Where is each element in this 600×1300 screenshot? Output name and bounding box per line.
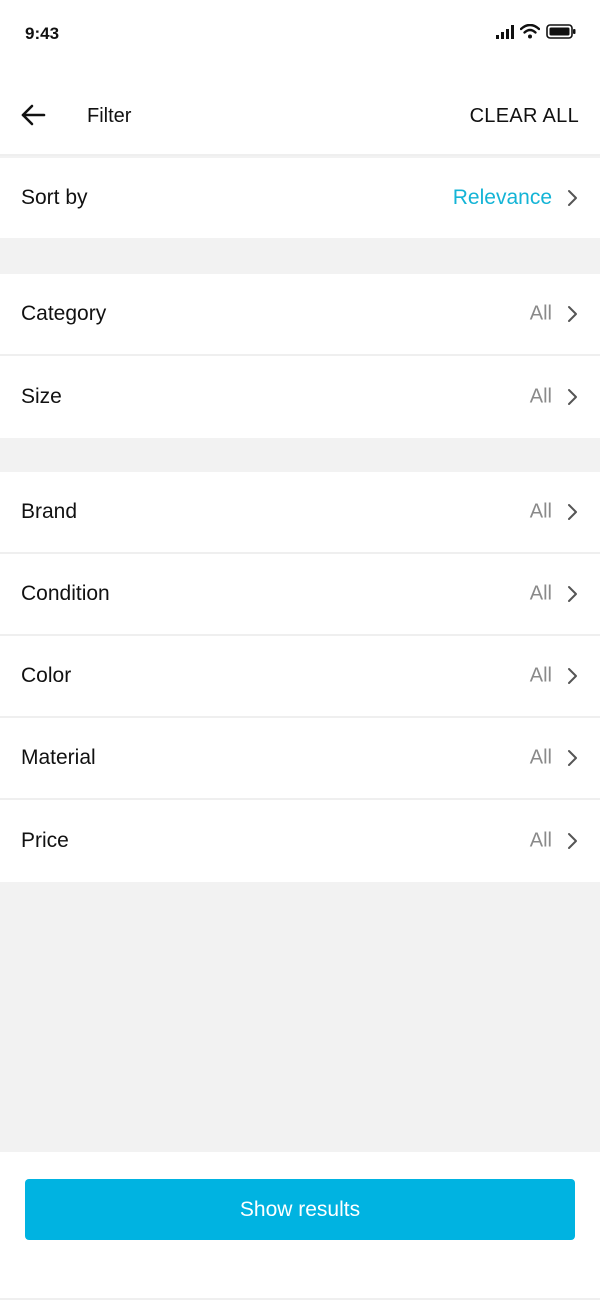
chevron-right-icon [568,833,577,849]
chevron-right-icon [568,668,577,684]
clear-all-button[interactable]: CLEAR ALL [470,105,579,128]
filter-row-label: Material [21,746,96,769]
filter-row-color[interactable]: Color All [0,636,600,718]
filter-row-value: All [529,664,552,687]
top-app-bar: Filter CLEAR ALL [0,72,600,156]
sort-group: Sort by Relevance [0,158,600,238]
filter-screen: 9:43 Filter CLEAR ALL Sort by Relevance … [0,0,600,1300]
sort-by-row[interactable]: Sort by Relevance [0,158,600,238]
filter-row-category[interactable]: Category All [0,274,600,356]
filter-row-material[interactable]: Material All [0,718,600,800]
wifi-icon [520,24,540,39]
filter-row-value: All [529,746,552,769]
chevron-right-icon [568,750,577,766]
show-results-button[interactable]: Show results [25,1179,575,1240]
chevron-right-icon [568,586,577,602]
status-bar: 9:43 [0,0,600,72]
filter-row-brand[interactable]: Brand All [0,472,600,554]
chevron-right-icon [568,504,577,520]
filter-row-condition[interactable]: Condition All [0,554,600,636]
bottom-action-bar: Show results [0,1152,600,1300]
chevron-right-icon [568,306,577,322]
filter-row-label: Color [21,664,72,687]
page-title: Filter [87,105,132,127]
filter-row-size[interactable]: Size All [0,356,600,438]
filter-row-label: Brand [21,500,78,523]
status-icons [496,24,576,39]
filter-row-label: Category [21,302,107,325]
filter-row-value: All [529,829,552,852]
filter-row-value: All [529,582,552,605]
arrow-left-icon[interactable] [18,100,48,130]
sort-by-label: Sort by [21,186,88,209]
filter-row-value: All [529,302,552,325]
filter-row-value: All [529,385,552,408]
chevron-right-icon [568,389,577,405]
filter-row-price[interactable]: Price All [0,800,600,882]
status-time: 9:43 [25,24,60,43]
signal-icon [496,24,514,39]
filter-row-label: Condition [21,582,110,605]
battery-icon [546,24,576,39]
filter-row-label: Size [21,385,62,408]
filter-row-label: Price [21,829,69,852]
sort-by-value: Relevance [452,186,552,209]
chevron-right-icon [568,190,577,206]
filter-group-secondary: Brand All Condition All Color All Materi… [0,472,600,882]
filter-row-value: All [529,500,552,523]
filter-group-primary: Category All Size All [0,274,600,438]
